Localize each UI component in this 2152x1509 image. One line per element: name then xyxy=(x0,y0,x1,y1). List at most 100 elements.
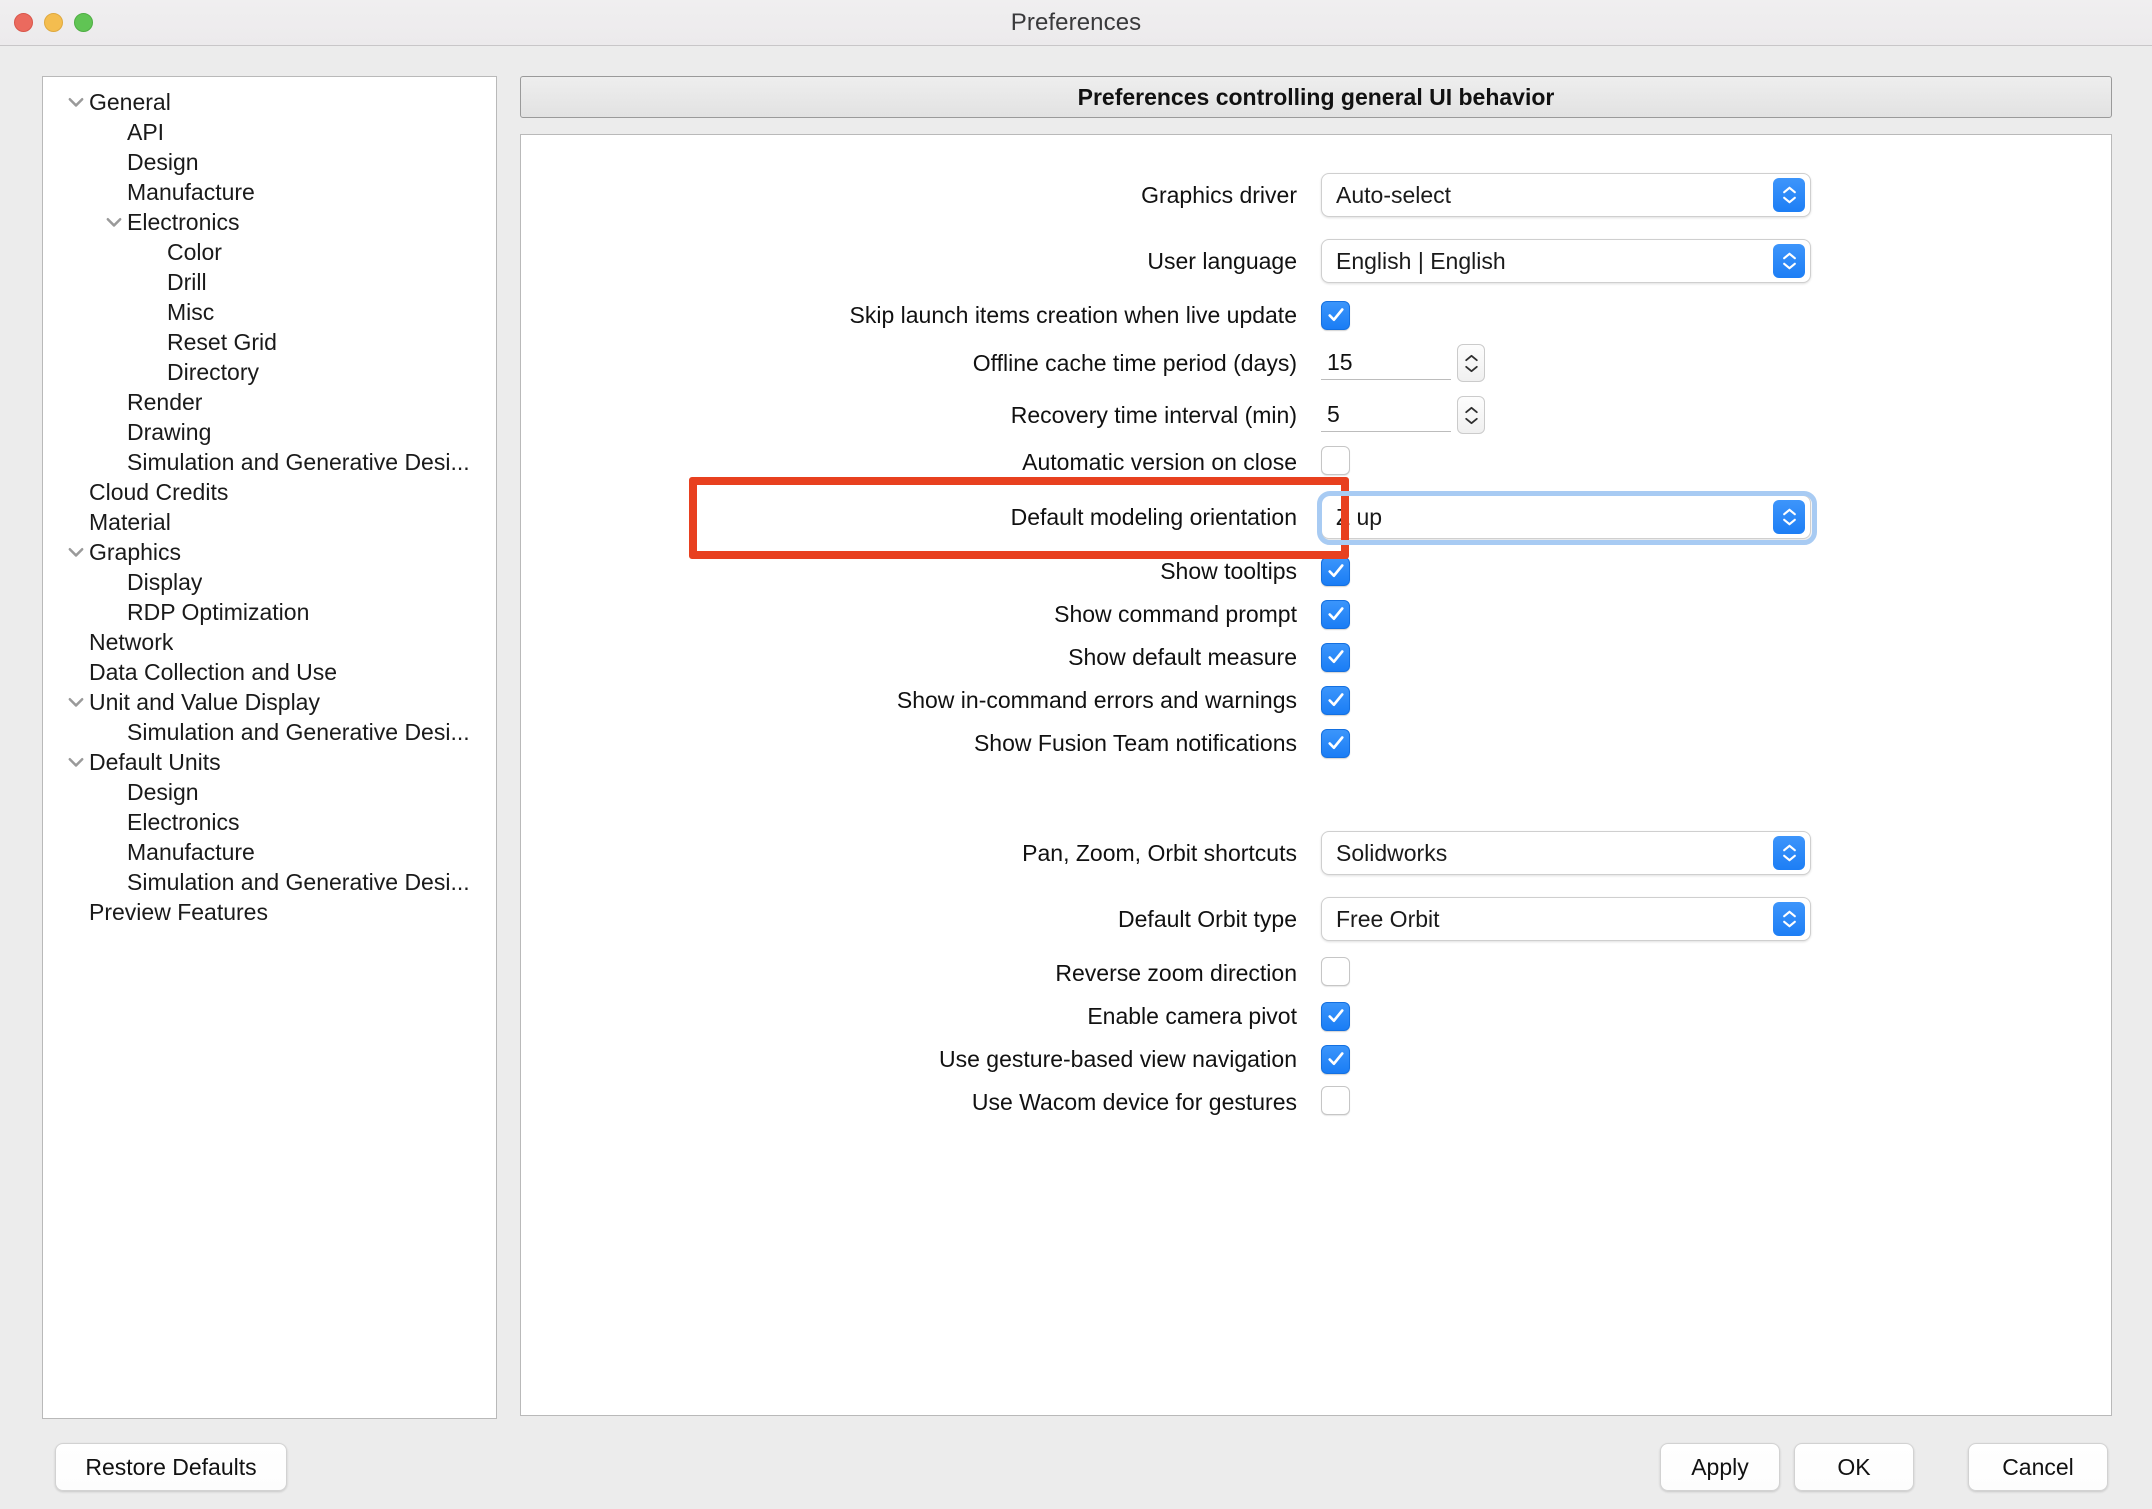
form-row-enable-camera-pivot: Enable camera pivot xyxy=(521,995,2111,1038)
tree-item-simulation-and-generative-desi[interactable]: Simulation and Generative Desi... xyxy=(43,867,496,897)
checkbox-reverse-zoom-direction[interactable] xyxy=(1321,957,1350,986)
tree-item-label: Preview Features xyxy=(89,899,268,926)
tree-item-misc[interactable]: Misc xyxy=(43,297,496,327)
tree-item-network[interactable]: Network xyxy=(43,627,496,657)
field-label: Pan, Zoom, Orbit shortcuts xyxy=(521,840,1321,867)
dropdown-default-modeling-orientation[interactable]: Z up xyxy=(1321,495,1811,539)
chevron-up-down-icon[interactable] xyxy=(1773,902,1805,936)
field-label: User language xyxy=(521,248,1321,275)
tree-item-electronics[interactable]: Electronics xyxy=(43,207,496,237)
tree-item-manufacture[interactable]: Manufacture xyxy=(43,837,496,867)
tree-item-material[interactable]: Material xyxy=(43,507,496,537)
checkbox-show-fusion-team-notifications[interactable] xyxy=(1321,729,1350,758)
checkbox-show-command-prompt[interactable] xyxy=(1321,600,1350,629)
tree-item-drawing[interactable]: Drawing xyxy=(43,417,496,447)
tree-item-manufacture[interactable]: Manufacture xyxy=(43,177,496,207)
tree-item-rdp-optimization[interactable]: RDP Optimization xyxy=(43,597,496,627)
field-label: Graphics driver xyxy=(521,182,1321,209)
dropdown-default-orbit-type[interactable]: Free Orbit xyxy=(1321,897,1811,941)
chevron-up-down-icon[interactable] xyxy=(1773,178,1805,212)
tree-item-label: Simulation and Generative Desi... xyxy=(127,449,470,476)
tree-indent-spacer xyxy=(141,327,167,357)
chevron-up-down-icon[interactable] xyxy=(1773,244,1805,278)
spinner-stepper-buttons[interactable] xyxy=(1457,344,1485,382)
tree-item-render[interactable]: Render xyxy=(43,387,496,417)
chevron-down-icon[interactable] xyxy=(63,87,89,117)
checkbox-enable-camera-pivot[interactable] xyxy=(1321,1002,1350,1031)
form-row-show-fusion-team-notifications: Show Fusion Team notifications xyxy=(521,722,2111,765)
chevron-down-icon[interactable] xyxy=(63,687,89,717)
form-row-use-wacom-device-for-gestures: Use Wacom device for gestures xyxy=(521,1081,2111,1124)
checkbox-skip-launch-items-creation-when-live-update[interactable] xyxy=(1321,301,1350,330)
tree-item-default-units[interactable]: Default Units xyxy=(43,747,496,777)
checkbox-automatic-version-on-close[interactable] xyxy=(1321,446,1350,475)
tree-item-reset-grid[interactable]: Reset Grid xyxy=(43,327,496,357)
dropdown-pan-zoom-orbit-shortcuts[interactable]: Solidworks xyxy=(1321,831,1811,875)
preferences-category-tree[interactable]: GeneralAPIDesignManufactureElectronicsCo… xyxy=(42,76,497,1419)
chevron-up-down-icon[interactable] xyxy=(1773,500,1805,534)
tree-item-simulation-and-generative-desi[interactable]: Simulation and Generative Desi... xyxy=(43,447,496,477)
tree-item-api[interactable]: API xyxy=(43,117,496,147)
field-label: Use Wacom device for gestures xyxy=(521,1089,1321,1116)
preferences-detail-pane: Preferences controlling general UI behav… xyxy=(520,76,2112,1416)
form-row-default-modeling-orientation: Default modeling orientationZ up xyxy=(521,484,2111,550)
checkbox-show-tooltips[interactable] xyxy=(1321,557,1350,586)
chevron-down-icon[interactable] xyxy=(101,207,127,237)
apply-button[interactable]: Apply xyxy=(1660,1443,1780,1491)
form-row-show-default-measure: Show default measure xyxy=(521,636,2111,679)
chevron-up-down-icon[interactable] xyxy=(1773,836,1805,870)
tree-item-preview-features[interactable]: Preview Features xyxy=(43,897,496,927)
tree-item-electronics[interactable]: Electronics xyxy=(43,807,496,837)
tree-item-label: Color xyxy=(167,239,222,266)
tree-indent-spacer xyxy=(63,507,89,537)
spinner-offline-cache-time-period-days[interactable]: 15 xyxy=(1321,344,1485,382)
tree-item-label: Simulation and Generative Desi... xyxy=(127,869,470,896)
form-row-show-tooltips: Show tooltips xyxy=(521,550,2111,593)
tree-item-drill[interactable]: Drill xyxy=(43,267,496,297)
dropdown-value: Z up xyxy=(1322,504,1382,531)
checkbox-use-gesture-based-view-navigation[interactable] xyxy=(1321,1045,1350,1074)
tree-item-cloud-credits[interactable]: Cloud Credits xyxy=(43,477,496,507)
tree-indent-spacer xyxy=(63,477,89,507)
spinner-stepper-buttons[interactable] xyxy=(1457,396,1485,434)
tree-item-graphics[interactable]: Graphics xyxy=(43,537,496,567)
tree-indent-spacer xyxy=(101,387,127,417)
tree-item-label: Graphics xyxy=(89,539,181,566)
tree-item-label: Manufacture xyxy=(127,179,255,206)
close-button[interactable] xyxy=(14,13,33,32)
tree-item-color[interactable]: Color xyxy=(43,237,496,267)
tree-indent-spacer xyxy=(101,867,127,897)
dropdown-value: Solidworks xyxy=(1322,840,1447,867)
tree-item-general[interactable]: General xyxy=(43,87,496,117)
tree-item-display[interactable]: Display xyxy=(43,567,496,597)
tree-item-directory[interactable]: Directory xyxy=(43,357,496,387)
spinner-value-input[interactable]: 5 xyxy=(1321,398,1451,432)
checkbox-show-in-command-errors-and-warnings[interactable] xyxy=(1321,686,1350,715)
window-titlebar: Preferences xyxy=(0,0,2152,46)
dropdown-user-language[interactable]: English | English xyxy=(1321,239,1811,283)
chevron-down-icon[interactable] xyxy=(63,537,89,567)
tree-item-label: Design xyxy=(127,149,199,176)
checkbox-use-wacom-device-for-gestures[interactable] xyxy=(1321,1086,1350,1115)
field-label: Show tooltips xyxy=(521,558,1321,585)
field-label: Skip launch items creation when live upd… xyxy=(521,302,1321,329)
minimize-button[interactable] xyxy=(44,13,63,32)
tree-item-design[interactable]: Design xyxy=(43,147,496,177)
checkbox-show-default-measure[interactable] xyxy=(1321,643,1350,672)
tree-item-unit-and-value-display[interactable]: Unit and Value Display xyxy=(43,687,496,717)
field-label: Default Orbit type xyxy=(521,906,1321,933)
form-row-skip-launch-items-creation-when-live-update: Skip launch items creation when live upd… xyxy=(521,294,2111,337)
tree-item-simulation-and-generative-desi[interactable]: Simulation and Generative Desi... xyxy=(43,717,496,747)
ok-button[interactable]: OK xyxy=(1794,1443,1914,1491)
dropdown-graphics-driver[interactable]: Auto-select xyxy=(1321,173,1811,217)
spinner-value-input[interactable]: 15 xyxy=(1321,346,1451,380)
tree-item-data-collection-and-use[interactable]: Data Collection and Use xyxy=(43,657,496,687)
zoom-button[interactable] xyxy=(74,13,93,32)
spinner-recovery-time-interval-min[interactable]: 5 xyxy=(1321,396,1485,434)
restore-defaults-button[interactable]: Restore Defaults xyxy=(55,1443,287,1491)
cancel-button[interactable]: Cancel xyxy=(1968,1443,2108,1491)
tree-item-design[interactable]: Design xyxy=(43,777,496,807)
form-row-show-in-command-errors-and-warnings: Show in-command errors and warnings xyxy=(521,679,2111,722)
dialog-content: GeneralAPIDesignManufactureElectronicsCo… xyxy=(0,46,2152,1509)
chevron-down-icon[interactable] xyxy=(63,747,89,777)
